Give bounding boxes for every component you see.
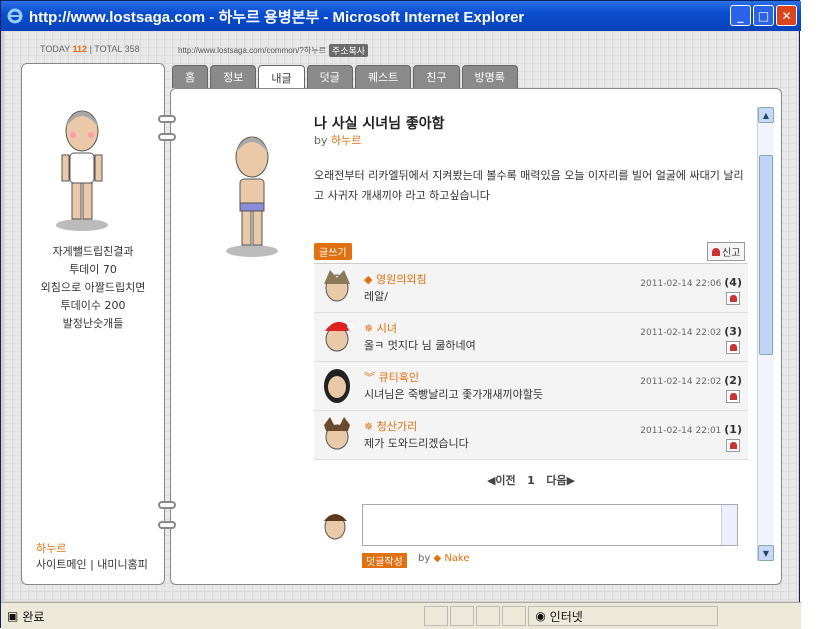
- pagination: ◀이전 1 다음▶: [314, 472, 748, 488]
- siren-icon: [729, 442, 737, 449]
- tab-my-posts[interactable]: 내글: [258, 65, 305, 89]
- current-page[interactable]: 1: [527, 474, 535, 487]
- profile-footer: 하누르 사이트메인 | 내미니홈피: [36, 541, 148, 573]
- post-body: 오래전부터 리카엘뒤에서 지켜봤는데 볼수록 매력있음 오늘 이자리를 빌어 얼…: [314, 169, 744, 202]
- tab-guestbook[interactable]: 방명록: [461, 65, 518, 88]
- commenter-name[interactable]: ✵ 시녀: [364, 320, 397, 336]
- page-icon: ▣: [7, 609, 19, 623]
- comment-date: 2011-02-14 22:02 (3): [640, 325, 742, 338]
- profile-name[interactable]: 하누르: [36, 541, 148, 557]
- comment-report-button[interactable]: [726, 390, 740, 403]
- minimize-button[interactable]: _: [730, 5, 751, 26]
- comment-row: ︾ 큐티혹인 시녀님은 죽빵날리고 좇가개새끼야할듯 2011-02-14 22…: [314, 362, 748, 411]
- close-button[interactable]: ✕: [776, 5, 797, 26]
- mini-url-text: http://www.lostsaga.com/common/?하누르: [178, 46, 326, 55]
- binder-ring: [158, 133, 176, 141]
- report-button[interactable]: 신고: [707, 242, 746, 261]
- ie-logo-icon: [7, 8, 23, 24]
- site-links[interactable]: 사이트메인 | 내미니홈피: [36, 557, 148, 573]
- window-title: http://www.lostsaga.com - 하누르 용병본부 - Mic…: [29, 8, 525, 26]
- comment-report-button[interactable]: [726, 292, 740, 305]
- post-byline: by 하누르: [314, 134, 362, 147]
- comment-row: ✵ 청산가리 제가 도와드리겠습니다 2011-02-14 22:01 (1): [314, 411, 748, 460]
- post-title: 나 사실 시녀님 좋아함: [314, 116, 445, 132]
- siren-icon: [712, 247, 720, 256]
- profile-intro: 자게뺄드립친결과 투데이 70 외침으로 아짤드립치면 투데이수 200 발정난…: [40, 245, 146, 330]
- comment-text: 시녀님은 죽빵날리고 좇가개새끼야할듯: [364, 388, 544, 401]
- reply-submit-button[interactable]: 덧글작성: [362, 553, 407, 568]
- scroll-thumb[interactable]: [759, 155, 773, 355]
- tab-bar: 홈 정보 내글 덧글 퀘스트 친구 방명록: [172, 65, 518, 89]
- maximize-button[interactable]: □: [753, 5, 774, 26]
- post-avatar: [222, 129, 282, 262]
- siren-icon: [729, 295, 737, 302]
- siren-icon: [729, 393, 737, 400]
- post-author[interactable]: 하누르: [331, 134, 361, 147]
- reply-byline: by ◆ Nake: [418, 553, 470, 564]
- comment-report-button[interactable]: [726, 439, 740, 452]
- comment-list: ◆ 영원의외침 레알/ 2011-02-14 22:06 (4) ✵ 시녀 올ㅋ…: [314, 263, 748, 460]
- comment-date: 2011-02-14 22:06 (4): [640, 276, 742, 289]
- write-button[interactable]: 글쓰기: [314, 243, 352, 260]
- copy-address-button[interactable]: 주소복사: [328, 44, 369, 57]
- scroll-down-arrow-icon[interactable]: ▼: [758, 545, 774, 561]
- tab-info[interactable]: 정보: [210, 65, 257, 88]
- commenter-avatar: [320, 268, 354, 308]
- binder-ring: [158, 521, 176, 529]
- status-bar: ▣ 완료 ◉ 인터넷: [1, 602, 801, 629]
- profile-avatar: [52, 103, 112, 236]
- scroll-up-arrow-icon[interactable]: ▲: [758, 107, 774, 123]
- comment-date: 2011-02-14 22:02 (2): [640, 374, 742, 387]
- prev-page-link[interactable]: ◀이전: [487, 474, 516, 487]
- globe-icon: ◉: [535, 609, 546, 623]
- comment-row: ✵ 시녀 올ㅋ 멋지다 님 쿨하네여 2011-02-14 22:02 (3): [314, 313, 748, 362]
- tab-home[interactable]: 홈: [172, 65, 209, 88]
- commenter-name[interactable]: ✵ 청산가리: [364, 418, 417, 434]
- tab-comments[interactable]: 덧글: [306, 65, 353, 88]
- comment-date: 2011-02-14 22:01 (1): [640, 423, 742, 436]
- tab-quest[interactable]: 퀘스트: [354, 65, 412, 88]
- reply-scrollbar[interactable]: [721, 505, 737, 545]
- next-page-link[interactable]: 다음▶: [546, 474, 575, 487]
- security-zone: ◉ 인터넷: [528, 606, 719, 626]
- reply-textarea[interactable]: [362, 504, 738, 546]
- vertical-scrollbar[interactable]: ▲ ▼: [757, 107, 774, 561]
- siren-icon: [729, 344, 737, 351]
- comment-text: 제가 도와드리겠습니다: [364, 437, 469, 450]
- binder-ring: [158, 115, 176, 123]
- title-bar: http://www.lostsaga.com - 하누르 용병본부 - Mic…: [1, 1, 801, 31]
- mini-url: http://www.lostsaga.com/common/?하누르 주소복사: [178, 44, 369, 57]
- binder-ring: [158, 501, 176, 509]
- tab-friends[interactable]: 친구: [413, 65, 460, 88]
- page-content: TODAY 112 | TOTAL 358 http://www.lostsag…: [4, 31, 798, 601]
- commenter-name[interactable]: ︾ 큐티혹인: [364, 369, 419, 385]
- reply-user-avatar: [320, 509, 350, 546]
- commenter-avatar: [320, 415, 354, 455]
- commenter-avatar: [320, 366, 354, 406]
- status-text: 완료: [22, 609, 45, 624]
- comment-report-button[interactable]: [726, 341, 740, 354]
- commenter-name[interactable]: ◆ 영원의외침: [364, 271, 427, 287]
- browser-window: http://www.lostsaga.com - 하누르 용병본부 - Mic…: [0, 0, 801, 629]
- commenter-avatar: [320, 317, 354, 357]
- visit-counter: TODAY 112 | TOTAL 358: [40, 44, 140, 54]
- comment-text: 올ㅋ 멋지다 님 쿨하네여: [364, 339, 476, 352]
- comment-text: 레알/: [364, 290, 388, 303]
- comment-row: ◆ 영원의외침 레알/ 2011-02-14 22:06 (4): [314, 264, 748, 313]
